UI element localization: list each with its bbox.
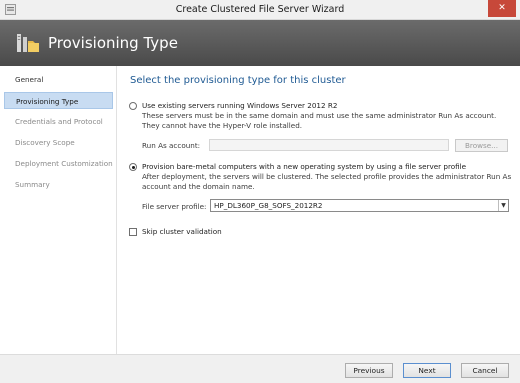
existing-servers-label[interactable]: Use existing servers running Windows Ser… bbox=[142, 101, 337, 110]
bare-metal-description-line1: After deployment, the servers will be cl… bbox=[142, 172, 512, 181]
sidebar-item-general[interactable]: General bbox=[4, 71, 113, 88]
sidebar-item-deployment-customization[interactable]: Deployment Customization bbox=[4, 155, 113, 172]
page-title: Provisioning Type bbox=[48, 34, 178, 52]
main-content: Select the provisioning type for this cl… bbox=[118, 66, 520, 354]
file-server-profile-label: File server profile: bbox=[142, 202, 207, 211]
next-button[interactable]: Next bbox=[403, 363, 451, 378]
sidebar-item-provisioning-type[interactable]: Provisioning Type bbox=[4, 92, 113, 109]
wizard-banner: Provisioning Type bbox=[0, 20, 520, 66]
file-server-profile-value: HP_DL360P_G8_SOFS_2012R2 bbox=[214, 201, 323, 210]
skip-cluster-validation-label[interactable]: Skip cluster validation bbox=[142, 227, 222, 236]
browse-button[interactable]: Browse... bbox=[455, 139, 508, 152]
existing-servers-radio[interactable] bbox=[129, 102, 137, 110]
sidebar-item-credentials-and-protocol[interactable]: Credentials and Protocol bbox=[4, 113, 113, 130]
chevron-down-icon[interactable]: ▼ bbox=[498, 200, 508, 211]
sidebar-item-discovery-scope[interactable]: Discovery Scope bbox=[4, 134, 113, 151]
cancel-button[interactable]: Cancel bbox=[461, 363, 509, 378]
title-bar: Create Clustered File Server Wizard ✕ bbox=[0, 0, 520, 20]
existing-servers-description-line1: These servers must be in the same domain… bbox=[142, 111, 497, 120]
previous-button[interactable]: Previous bbox=[345, 363, 393, 378]
cluster-server-icon bbox=[17, 34, 39, 52]
existing-servers-description-line2: They cannot have the Hyper-V role instal… bbox=[142, 121, 303, 130]
bare-metal-radio[interactable] bbox=[129, 163, 137, 171]
section-heading: Select the provisioning type for this cl… bbox=[130, 75, 346, 86]
window-title: Create Clustered File Server Wizard bbox=[175, 4, 345, 15]
bare-metal-label[interactable]: Provision bare-metal computers with a ne… bbox=[142, 162, 466, 171]
close-button[interactable]: ✕ bbox=[488, 0, 516, 17]
skip-cluster-validation-checkbox[interactable] bbox=[129, 228, 137, 236]
run-as-account-field[interactable] bbox=[209, 139, 449, 151]
sidebar-item-summary[interactable]: Summary bbox=[4, 176, 113, 193]
bare-metal-description-line2: account and the domain name. bbox=[142, 182, 255, 191]
wizard-steps-sidebar: General Provisioning Type Credentials an… bbox=[0, 66, 117, 354]
file-server-profile-dropdown[interactable]: HP_DL360P_G8_SOFS_2012R2 ▼ bbox=[210, 199, 509, 212]
run-as-account-label: Run As account: bbox=[142, 141, 201, 150]
wizard-footer: Previous Next Cancel bbox=[0, 354, 520, 383]
